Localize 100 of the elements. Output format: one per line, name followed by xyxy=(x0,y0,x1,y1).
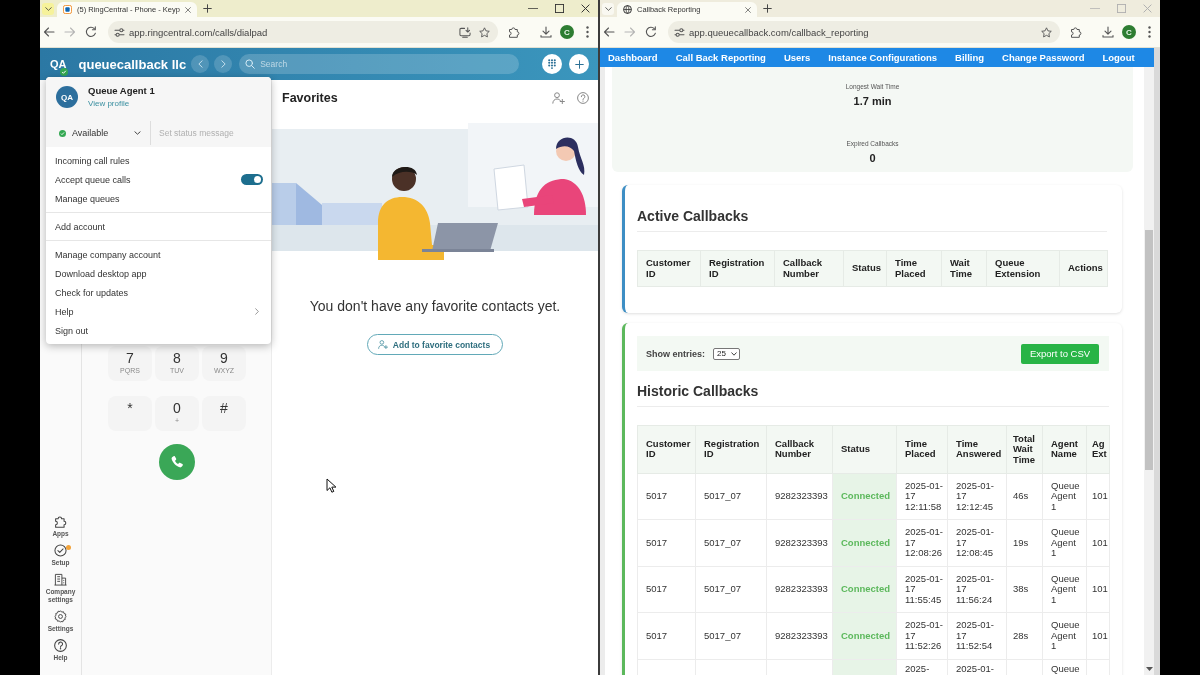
add-favorite-button[interactable]: Add to favorite contacts xyxy=(366,334,504,355)
section-title: Historic Callbacks xyxy=(637,382,760,400)
maximize-icon[interactable] xyxy=(554,4,564,13)
sliders-icon[interactable] xyxy=(674,27,685,37)
profile-avatar[interactable]: C xyxy=(1122,25,1136,39)
phone-icon xyxy=(170,455,184,469)
settings-icon xyxy=(54,610,67,623)
check-circle-icon xyxy=(54,544,67,557)
nav-link[interactable]: Change Password xyxy=(1002,52,1085,63)
profile-avatar[interactable]: C xyxy=(560,25,574,39)
minimize-icon[interactable] xyxy=(527,8,538,9)
table-cell: 2025-01-17 12:08:26 xyxy=(896,519,948,566)
table-cell: Queue Agent 1 xyxy=(1042,566,1087,613)
scroll-down-arrow-icon[interactable] xyxy=(1145,667,1153,671)
dialpad-button[interactable] xyxy=(542,54,562,74)
menu-item[interactable]: Incoming call rules xyxy=(46,151,271,170)
company-name: queuecallback llc xyxy=(78,56,187,72)
nav-link[interactable]: Instance Configurations xyxy=(828,52,938,63)
column-header: Callback Number xyxy=(766,425,833,473)
plus-icon[interactable] xyxy=(203,4,212,13)
table-cell: 9282323393 xyxy=(766,519,833,566)
reload-icon[interactable] xyxy=(85,26,97,38)
table-cell: Connected xyxy=(832,473,897,520)
menu-item[interactable]: Help xyxy=(46,302,271,321)
plus-icon xyxy=(574,59,584,69)
back-arrow-icon[interactable] xyxy=(43,26,55,38)
stat-value: 1.7 min xyxy=(853,94,892,108)
table-cell: 28s xyxy=(1006,612,1043,659)
nav-link[interactable]: Call Back Reporting xyxy=(675,52,766,63)
download-icon[interactable] xyxy=(540,26,552,38)
menu-item[interactable]: Accept queue calls xyxy=(46,170,271,189)
puzzle-piece-icon[interactable] xyxy=(1070,26,1082,38)
menu-item[interactable]: Add account xyxy=(46,217,271,236)
plus-icon[interactable] xyxy=(763,4,772,13)
table-cell: Connected xyxy=(832,612,897,659)
column-header: Customer ID xyxy=(637,425,696,473)
caret-icon xyxy=(44,6,52,11)
nav-link[interactable]: Dashboard xyxy=(608,52,658,63)
table-cell: 5017 xyxy=(637,519,696,566)
table-cell: 19s xyxy=(1006,519,1043,566)
address-bar[interactable]: app.ringcentral.com/calls/dialpad xyxy=(108,21,498,43)
scrollbar-thumb[interactable] xyxy=(1145,230,1153,470)
empty-state-message: You don't have any favorite contacts yet. xyxy=(309,297,561,315)
table-cell: 5017_07 xyxy=(695,473,767,520)
more-icon[interactable] xyxy=(586,26,589,38)
table-cell: 9282323393 xyxy=(766,566,833,613)
back-arrow-icon[interactable] xyxy=(603,26,615,38)
column-header: Agent Name xyxy=(1042,425,1087,473)
nav-link[interactable]: Logout xyxy=(1102,52,1135,63)
menu-item[interactable]: Sign out xyxy=(46,321,271,340)
person-plus-icon[interactable] xyxy=(552,91,565,104)
entries-select[interactable]: 25 xyxy=(713,347,740,360)
nav-link[interactable]: Billing xyxy=(955,52,985,63)
status-check-icon xyxy=(59,129,66,137)
table-cell: 5017 xyxy=(637,473,696,520)
download-icon[interactable] xyxy=(1102,26,1114,38)
nav-link[interactable]: Users xyxy=(783,52,811,63)
panel-title: Favorites xyxy=(282,90,338,105)
menu-item[interactable]: Download desktop app xyxy=(46,264,271,283)
table-cell: 2025-01-17 11:52:54 xyxy=(947,612,1007,659)
menu-item[interactable]: Manage queues xyxy=(46,189,271,208)
building-icon xyxy=(54,573,67,586)
address-bar[interactable]: app.queuecallback.com/callback_reporting xyxy=(668,21,1060,43)
column-header: Customer ID xyxy=(637,250,701,287)
table-cell: 2025-01-17 12:08:45 xyxy=(947,519,1007,566)
star-icon[interactable] xyxy=(479,26,490,38)
table-cell: Queue Agent 1 xyxy=(1042,612,1087,659)
user-avatar[interactable]: QA xyxy=(50,58,67,70)
status-message-field[interactable]: Set status message xyxy=(159,123,271,143)
monitor-arrow-icon[interactable] xyxy=(459,26,471,38)
table-cell: 5017 xyxy=(637,566,696,613)
reload-icon[interactable] xyxy=(645,26,657,38)
table-cell: 5017_07 xyxy=(695,519,767,566)
menu-item[interactable]: Check for updates xyxy=(46,283,271,302)
dial-key[interactable]: # xyxy=(202,396,246,431)
column-header: Time Placed xyxy=(896,425,948,473)
stat-value: 0 xyxy=(869,151,876,165)
star-icon[interactable] xyxy=(1041,26,1052,38)
new-button[interactable] xyxy=(569,54,589,74)
person-plus-icon xyxy=(377,340,388,349)
more-icon[interactable] xyxy=(1148,26,1151,38)
call-button[interactable] xyxy=(159,444,195,480)
dial-key[interactable]: * xyxy=(108,396,152,431)
table-cell: Queue Agent 1 xyxy=(1042,473,1087,520)
tab-list-button[interactable] xyxy=(42,2,54,15)
sliders-icon[interactable] xyxy=(114,27,125,37)
table-cell: 9282323393 xyxy=(766,473,833,520)
view-profile-link[interactable]: View profile xyxy=(88,99,130,109)
puzzle-piece-icon xyxy=(54,515,67,528)
help-icon[interactable] xyxy=(577,91,589,104)
tab-list-button[interactable] xyxy=(602,2,614,15)
chevron-down-icon xyxy=(134,131,141,135)
column-header: Time Placed xyxy=(886,250,942,287)
puzzle-piece-icon[interactable] xyxy=(508,26,520,38)
status-dropdown[interactable]: Available xyxy=(56,121,144,145)
search-icon xyxy=(245,59,256,69)
close-icon[interactable] xyxy=(580,4,590,13)
menu-item[interactable]: Manage company account xyxy=(46,245,271,264)
toggle-switch[interactable] xyxy=(241,174,263,185)
user-avatar[interactable]: QA xyxy=(56,86,78,108)
